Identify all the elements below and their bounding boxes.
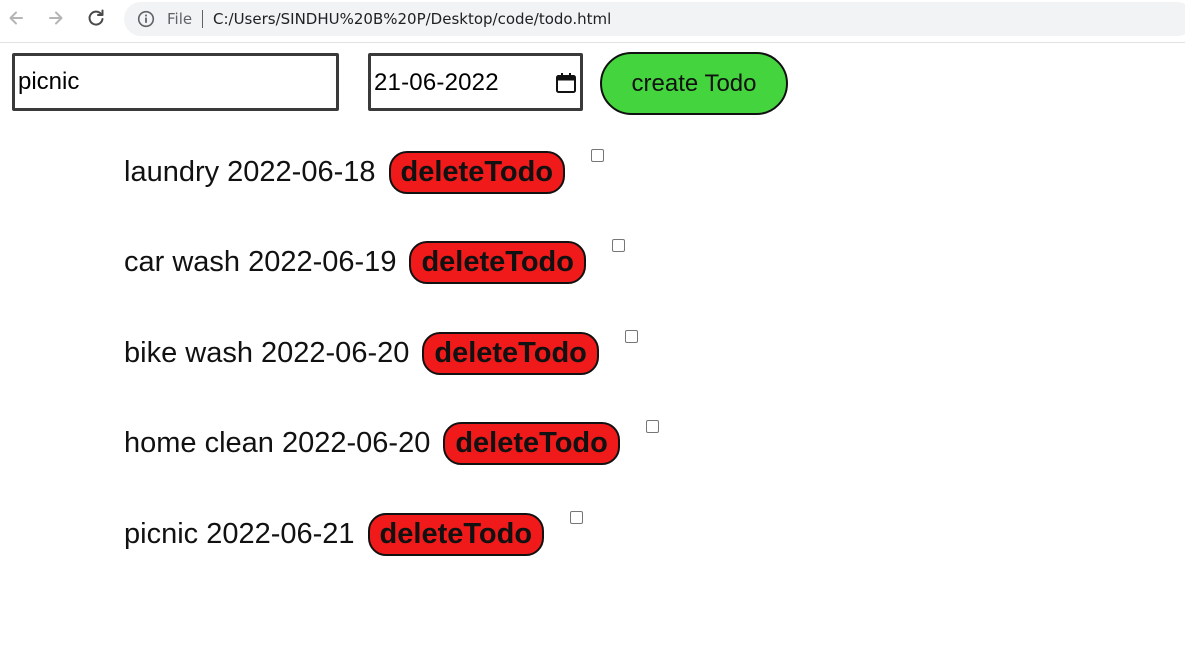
forward-button[interactable] xyxy=(45,7,67,29)
delete-todo-button[interactable]: deleteTodo xyxy=(422,331,599,375)
todo-done-checkbox[interactable] xyxy=(624,330,638,343)
todo-item: bike wash 2022-06-20 deleteTodo xyxy=(124,330,638,376)
arrow-left-icon xyxy=(9,11,23,25)
address-bar[interactable]: File C:/Users/SINDHU%20B%20P/Desktop/cod… xyxy=(124,2,1185,36)
delete-todo-button[interactable]: deleteTodo xyxy=(388,150,566,194)
info-icon[interactable] xyxy=(137,10,155,28)
back-button[interactable] xyxy=(5,7,27,29)
browser-toolbar: File C:/Users/SINDHU%20B%20P/Desktop/cod… xyxy=(0,0,1185,43)
todo-date-input[interactable]: 21-06-2022 xyxy=(368,53,583,111)
reload-button[interactable] xyxy=(85,7,107,29)
todo-done-checkbox[interactable] xyxy=(645,420,659,433)
arrow-right-icon xyxy=(49,11,63,25)
todo-done-checkbox[interactable] xyxy=(591,149,605,162)
url-text[interactable]: C:/Users/SINDHU%20B%20P/Desktop/code/tod… xyxy=(213,10,611,28)
todo-item-text: home clean 2022-06-20 xyxy=(124,426,431,459)
date-value: 21-06-2022 xyxy=(374,69,499,96)
todo-item: car wash 2022-06-19 deleteTodo xyxy=(124,239,625,285)
scheme-label: File xyxy=(167,10,193,28)
calendar-icon[interactable] xyxy=(555,72,577,94)
create-todo-button[interactable]: create Todo xyxy=(600,52,788,115)
delete-todo-button[interactable]: deleteTodo xyxy=(367,512,545,556)
todo-item-text: bike wash 2022-06-20 xyxy=(124,336,410,369)
delete-todo-button[interactable]: deleteTodo xyxy=(443,421,620,465)
todo-text-input[interactable] xyxy=(12,53,339,111)
todo-done-checkbox[interactable] xyxy=(611,239,625,252)
todo-done-checkbox[interactable] xyxy=(570,511,584,524)
scheme-divider xyxy=(202,10,203,28)
todo-item-text: car wash 2022-06-19 xyxy=(124,245,397,278)
reload-icon xyxy=(88,9,104,26)
todo-item-text: picnic 2022-06-21 xyxy=(124,517,355,550)
todo-item: laundry 2022-06-18 deleteTodo xyxy=(124,149,605,195)
todo-item: picnic 2022-06-21 deleteTodo xyxy=(124,511,584,557)
todo-item-text: laundry 2022-06-18 xyxy=(124,155,376,188)
todo-item: home clean 2022-06-20 deleteTodo xyxy=(124,420,659,466)
delete-todo-button[interactable]: deleteTodo xyxy=(409,240,586,284)
